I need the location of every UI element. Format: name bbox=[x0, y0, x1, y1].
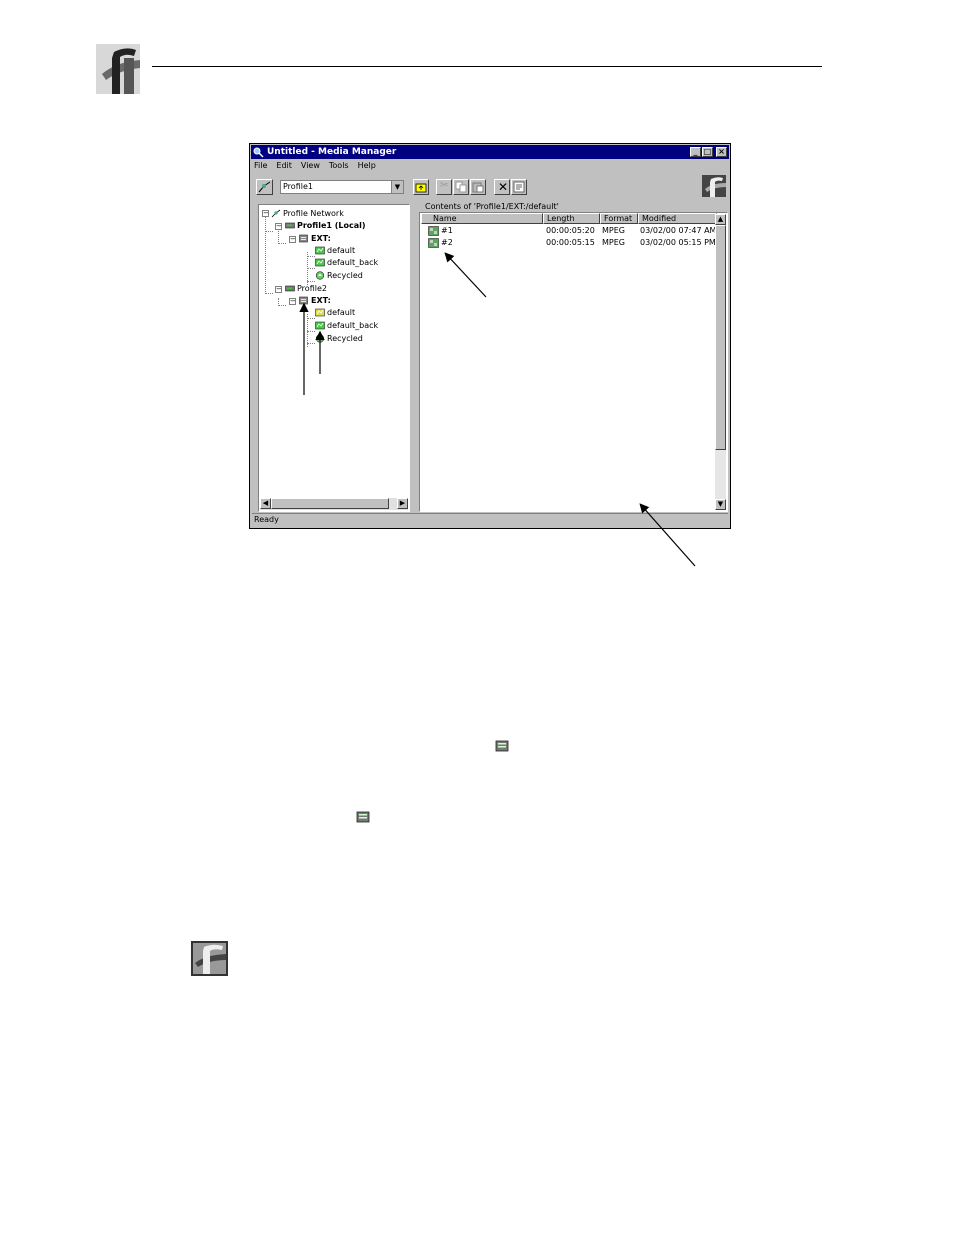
clip-list[interactable]: Name Length Format Modified #1 00:00:05:… bbox=[419, 212, 728, 512]
media-manager-icon bbox=[253, 147, 264, 158]
scroll-left-button[interactable]: ◀ bbox=[260, 498, 271, 509]
header-rule bbox=[152, 66, 822, 67]
up-folder-button[interactable] bbox=[413, 179, 429, 195]
column-name[interactable]: Name bbox=[421, 213, 543, 224]
cut-icon: ✂ bbox=[440, 180, 449, 191]
table-row[interactable]: #2 bbox=[428, 237, 453, 248]
title-bar: Untitled - Media Manager _ □ × bbox=[251, 145, 729, 159]
menu-help[interactable]: Help bbox=[358, 161, 376, 173]
cell-length: 00:00:05:15 bbox=[546, 238, 595, 247]
column-modified[interactable]: Modified bbox=[638, 213, 717, 224]
collapse-profile2[interactable]: − bbox=[275, 286, 282, 293]
disk-icon bbox=[356, 811, 370, 823]
disk-icon bbox=[299, 234, 308, 243]
menu-tools[interactable]: Tools bbox=[329, 161, 349, 173]
column-format[interactable]: Format bbox=[600, 213, 638, 224]
media-manager-window: Untitled - Media Manager _ □ × File Edit… bbox=[249, 143, 731, 529]
tree-item-profile2-recycled[interactable]: Recycled bbox=[315, 333, 363, 344]
disk-icon bbox=[299, 296, 308, 305]
properties-button[interactable] bbox=[511, 179, 527, 195]
menu-bar: File Edit View Tools Help bbox=[254, 161, 376, 173]
network-icon bbox=[271, 209, 281, 218]
tree-item-profile1-ext[interactable]: EXT: bbox=[299, 233, 331, 244]
profile-logo-icon bbox=[191, 941, 228, 976]
table-row[interactable]: #1 bbox=[428, 225, 453, 236]
folder-up-icon bbox=[415, 183, 427, 193]
disk-icon bbox=[285, 285, 295, 292]
cell-modified: 03/02/00 05:15 PM bbox=[640, 238, 716, 247]
tree-scroll-thumb[interactable] bbox=[271, 498, 389, 509]
delete-button[interactable]: ✕ bbox=[494, 179, 510, 195]
toolbar: Profile1 ▼ ✂ ✕ bbox=[254, 175, 726, 197]
paste-icon bbox=[472, 182, 484, 193]
menu-view[interactable]: View bbox=[301, 161, 320, 173]
list-scroll-thumb[interactable] bbox=[715, 225, 726, 450]
tree-item-profile1-default-back[interactable]: default_back bbox=[315, 257, 378, 268]
scroll-up-button[interactable]: ▲ bbox=[715, 214, 726, 225]
bin-icon bbox=[315, 321, 325, 330]
copy-button[interactable] bbox=[453, 179, 469, 195]
profile-logo-small-icon bbox=[702, 175, 726, 197]
tree-item-profile1-recycled[interactable]: Recycled bbox=[315, 270, 363, 281]
scroll-down-button[interactable]: ▼ bbox=[715, 499, 726, 510]
bin-icon bbox=[315, 308, 325, 317]
tree-item-profile1[interactable]: Profile1 (Local) bbox=[285, 220, 366, 231]
clip-icon bbox=[428, 237, 439, 248]
collapse-network[interactable]: − bbox=[262, 210, 269, 217]
tree-item-profile2-ext[interactable]: EXT: bbox=[299, 295, 331, 306]
copy-icon bbox=[455, 181, 467, 193]
collapse-profile2-ext[interactable]: − bbox=[289, 298, 296, 305]
maximize-button[interactable]: □ bbox=[702, 147, 713, 157]
cell-format: MPEG bbox=[602, 238, 625, 247]
bin-icon bbox=[315, 258, 325, 267]
status-bar: Ready bbox=[252, 513, 728, 526]
close-button[interactable]: × bbox=[716, 147, 727, 157]
collapse-profile1-ext[interactable]: − bbox=[289, 236, 296, 243]
minimize-button[interactable]: _ bbox=[690, 147, 701, 157]
recycle-bin-icon bbox=[315, 334, 325, 343]
cut-button[interactable]: ✂ bbox=[436, 179, 452, 195]
tree-item-profile2-default[interactable]: default bbox=[315, 307, 355, 318]
tree-horizontal-scrollbar[interactable]: ◀ ▶ bbox=[260, 498, 408, 510]
chevron-down-icon[interactable]: ▼ bbox=[391, 181, 403, 193]
profile-logo-icon bbox=[96, 44, 140, 94]
network-button[interactable] bbox=[256, 179, 273, 195]
contents-label: Contents of 'Profile1/EXT:/default' bbox=[425, 202, 559, 211]
tree-item-network[interactable]: Profile Network bbox=[271, 208, 344, 219]
machine-combo-value: Profile1 bbox=[283, 182, 313, 191]
network-icon bbox=[258, 181, 271, 193]
disk-icon bbox=[285, 222, 295, 229]
tree-item-profile2[interactable]: Profile2 bbox=[285, 283, 327, 294]
bin-icon bbox=[315, 246, 325, 255]
cell-length: 00:00:05:20 bbox=[546, 226, 595, 235]
tree-pane[interactable]: − Profile Network − Profile1 (Local) − E… bbox=[258, 204, 410, 512]
recycle-bin-icon bbox=[315, 271, 325, 280]
tree-item-profile2-default-back[interactable]: default_back bbox=[315, 320, 378, 331]
window-title: Untitled - Media Manager bbox=[267, 147, 397, 157]
clip-icon bbox=[428, 225, 439, 236]
cell-modified: 03/02/00 07:47 AM bbox=[640, 226, 717, 235]
column-length[interactable]: Length bbox=[543, 213, 600, 224]
disk-icon bbox=[495, 740, 509, 752]
status-text: Ready bbox=[254, 515, 279, 524]
collapse-profile1[interactable]: − bbox=[275, 223, 282, 230]
cell-format: MPEG bbox=[602, 226, 625, 235]
delete-icon: ✕ bbox=[498, 180, 509, 194]
tree-item-profile1-default[interactable]: default bbox=[315, 245, 355, 256]
machine-combo[interactable]: Profile1 ▼ bbox=[280, 180, 404, 194]
menu-edit[interactable]: Edit bbox=[276, 161, 292, 173]
paste-button[interactable] bbox=[470, 179, 486, 195]
scroll-right-button[interactable]: ▶ bbox=[397, 498, 408, 509]
list-vertical-scrollbar[interactable]: ▲ ▼ bbox=[715, 214, 726, 510]
menu-file[interactable]: File bbox=[254, 161, 267, 173]
properties-icon bbox=[513, 181, 525, 193]
